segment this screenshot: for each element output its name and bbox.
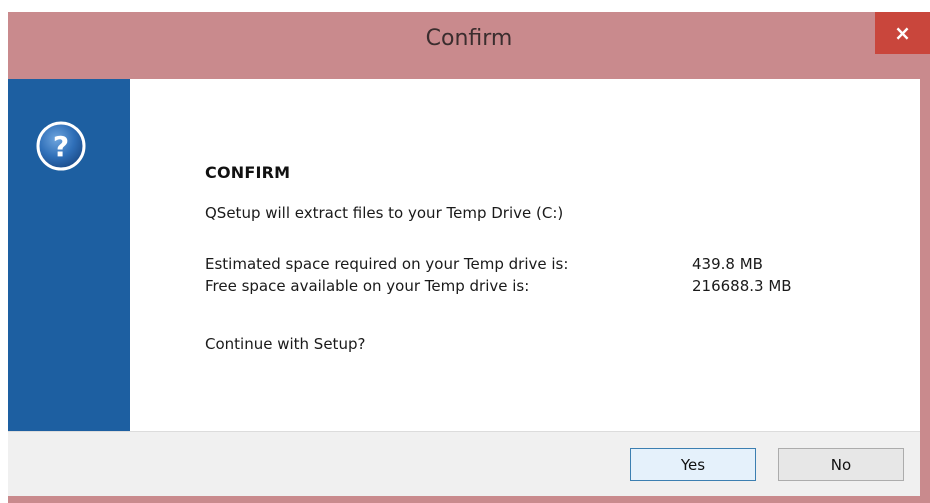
desktop-strip (0, 0, 930, 12)
required-space-value: 439.8 MB (692, 255, 763, 273)
extract-message: QSetup will extract files to your Temp D… (205, 204, 564, 222)
close-icon: × (894, 21, 911, 45)
free-space-value: 216688.3 MB (692, 277, 792, 295)
message-area: CONFIRM QSetup will extract files to you… (130, 79, 920, 431)
close-button[interactable]: × (875, 12, 930, 54)
required-space-label: Estimated space required on your Temp dr… (205, 255, 569, 273)
button-bar: Yes No (8, 431, 920, 496)
yes-button[interactable]: Yes (630, 448, 756, 481)
continue-prompt: Continue with Setup? (205, 335, 366, 353)
free-space-label: Free space available on your Temp drive … (205, 277, 530, 295)
title-bar[interactable]: Confirm × (8, 12, 930, 79)
dialog-body: ? CONFIRM QSetup will extract files to y… (8, 79, 920, 496)
screen: Confirm × ? CONFIRM QSetup will extract … (0, 0, 930, 503)
side-band: ? (8, 79, 130, 431)
window-title: Confirm (425, 26, 513, 51)
confirm-dialog: Confirm × ? CONFIRM QSetup will extract … (8, 12, 930, 503)
message-heading: CONFIRM (205, 163, 291, 182)
question-glyph: ? (53, 130, 69, 163)
no-button[interactable]: No (778, 448, 904, 481)
question-icon: ? (36, 121, 86, 171)
